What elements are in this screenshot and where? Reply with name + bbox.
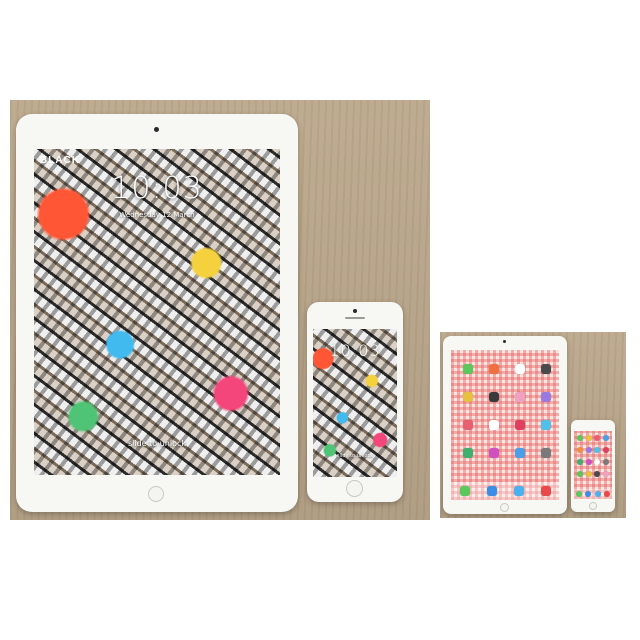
app-icon[interactable]: [577, 447, 583, 453]
app-icon[interactable]: [577, 471, 583, 477]
app-icon[interactable]: [541, 420, 551, 430]
app-icon[interactable]: [489, 420, 499, 430]
app-icon[interactable]: [603, 459, 610, 465]
app-icon[interactable]: [603, 471, 610, 477]
ipad-mini: [443, 336, 567, 514]
app-icon[interactable]: [515, 448, 525, 458]
app-icon[interactable]: [585, 447, 592, 453]
app-icon[interactable]: [594, 459, 601, 465]
app-icon[interactable]: [463, 420, 473, 430]
app-icon[interactable]: [463, 392, 473, 402]
app-icon[interactable]: [515, 420, 525, 430]
iphone-home-button[interactable]: [346, 480, 363, 497]
app-icon[interactable]: [489, 392, 499, 402]
app-icon[interactable]: [459, 486, 470, 496]
app-icon[interactable]: [594, 491, 601, 497]
app-icon[interactable]: [575, 491, 582, 497]
app-icon[interactable]: [577, 459, 583, 465]
ipad-front-camera: [154, 127, 159, 132]
iphone-lock-clock: 10:03: [329, 341, 381, 360]
ipad-mini-camera: [503, 340, 506, 343]
iphone-5s-app-grid: [577, 435, 610, 477]
app-icon[interactable]: [486, 486, 497, 496]
app-icon[interactable]: [604, 491, 611, 497]
app-icon[interactable]: [463, 448, 473, 458]
app-icon[interactable]: [541, 364, 551, 374]
app-icon[interactable]: [541, 392, 551, 402]
ipad-home-button[interactable]: [148, 486, 164, 502]
iphone-5s-home-screen: [574, 431, 612, 499]
app-icon[interactable]: [540, 486, 551, 496]
iphone-5s-home-button[interactable]: [589, 502, 597, 510]
app-icon[interactable]: [541, 448, 551, 458]
app-icon[interactable]: [594, 447, 601, 453]
app-icon[interactable]: [603, 435, 610, 441]
app-icon[interactable]: [513, 486, 524, 496]
app-icon[interactable]: [577, 435, 583, 441]
ipad-mini-app-grid: [463, 364, 551, 458]
iphone-slide-to-unlock[interactable]: slide to unlock: [313, 453, 397, 459]
app-icon[interactable]: [463, 364, 473, 374]
app-icon[interactable]: [585, 491, 592, 497]
app-icon[interactable]: [594, 435, 601, 441]
app-icon[interactable]: [489, 364, 499, 374]
app-icon[interactable]: [489, 448, 499, 458]
lock-date: Wednesday 12 March: [119, 211, 195, 219]
wallpaper-black-text: BLACK: [40, 155, 80, 166]
app-icon[interactable]: [585, 459, 592, 465]
ipad-lock-screen: BLACK 10:03 Wednesday 12 March slide to …: [34, 149, 280, 475]
iphone-lock-screen: 10:03 slide to unlock: [313, 329, 397, 477]
lock-clock: 10:03: [111, 171, 203, 206]
slide-to-unlock[interactable]: slide to unlock: [34, 439, 280, 448]
app-icon[interactable]: [603, 447, 610, 453]
iphone-5s-dock: [574, 489, 612, 499]
ipad-mini-home-button[interactable]: [500, 503, 509, 512]
iphone-5: 10:03 slide to unlock: [307, 302, 403, 502]
app-icon[interactable]: [594, 471, 601, 477]
app-icon[interactable]: [585, 435, 592, 441]
photo-lock-screens: BLACK 10:03 Wednesday 12 March slide to …: [10, 100, 430, 520]
iphone-5s: [571, 420, 615, 512]
iphone-earpiece: [345, 317, 365, 319]
ipad-mini-dock: [451, 482, 559, 500]
iphone-front-camera: [353, 309, 357, 313]
photo-home-screens: [440, 332, 626, 518]
app-icon[interactable]: [515, 364, 525, 374]
ipad-air: BLACK 10:03 Wednesday 12 March slide to …: [16, 114, 298, 512]
app-icon[interactable]: [585, 471, 592, 477]
app-icon[interactable]: [515, 392, 525, 402]
ipad-mini-home-screen: [451, 350, 559, 500]
